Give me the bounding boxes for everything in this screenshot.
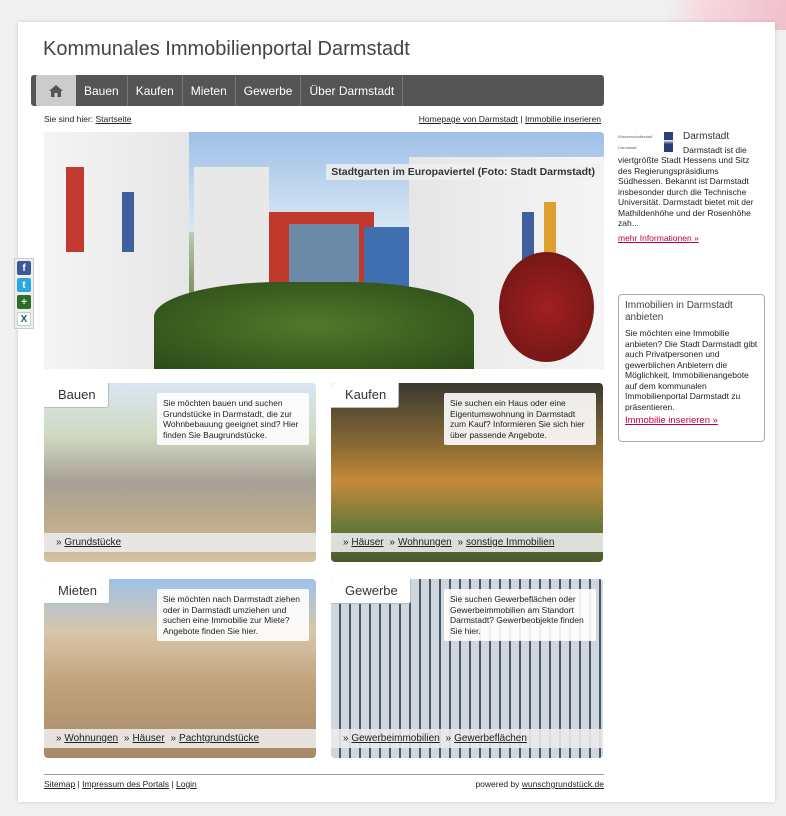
sidebar-info-text: Darmstadt ist die viertgrößte Stadt Hess…: [618, 144, 754, 229]
link-sonstige-immobilien[interactable]: sonstige Immobilien: [466, 537, 554, 548]
top-links-separator: |: [520, 114, 523, 124]
share-bar: f t + X: [14, 258, 34, 329]
card-gewerbe[interactable]: Gewerbe Sie suchen Gewerbeflächen oder G…: [331, 579, 603, 758]
sitemap-link[interactable]: Sitemap: [44, 779, 75, 789]
breadcrumb-prefix: Sie sind hier:: [44, 114, 94, 124]
top-links: Homepage von Darmstadt | Immobilie inser…: [419, 114, 601, 124]
powered-by-link[interactable]: wunschgrundstück.de: [522, 779, 604, 789]
link-grundstuecke[interactable]: Grundstücke: [64, 537, 121, 548]
card-mieten-description: Sie möchten nach Darmstadt ziehen oder i…: [157, 589, 309, 641]
insert-property-sidebar-link[interactable]: Immobilie inserieren »: [625, 415, 758, 427]
hero-tree-red: [499, 252, 594, 362]
hero-caption: Stadtgarten im Europaviertel (Foto: Stad…: [326, 164, 600, 180]
login-link[interactable]: Login: [176, 779, 197, 789]
card-mieten-links: » Wohnungen » Häuser » Pachtgrundstücke: [44, 729, 316, 748]
hero-window-blue: [122, 192, 134, 252]
insert-property-link[interactable]: Immobilie inserieren: [525, 114, 601, 124]
card-bauen-label: Bauen: [44, 383, 109, 408]
more-info-link[interactable]: mehr Informationen »: [618, 233, 764, 244]
card-kaufen-label: Kaufen: [331, 383, 400, 408]
sidebar-darmstadt-info: Wissenschaftsstadt Darmstadt Darmstadt D…: [618, 131, 764, 244]
footer: Sitemap | Impressum des Portals | Login …: [44, 774, 604, 789]
card-mieten-label: Mieten: [44, 579, 111, 604]
home-button[interactable]: [36, 75, 76, 106]
nav-item-bauen[interactable]: Bauen: [76, 75, 128, 106]
home-icon: [49, 84, 63, 97]
card-kaufen[interactable]: Kaufen Sie suchen ein Haus oder eine Eig…: [331, 383, 603, 562]
link-haeuser-miete[interactable]: Häuser: [132, 733, 164, 744]
powered-by: powered by wunschgrundstück.de: [475, 779, 604, 789]
card-gewerbe-links: » Gewerbeimmobilien » Gewerbeflächen: [331, 729, 603, 748]
breadcrumb-link-startseite[interactable]: Startseite: [96, 114, 132, 124]
hero-garden: [154, 282, 474, 369]
page-title: Kommunales Immobilienportal Darmstadt: [43, 38, 410, 60]
wedding-tower-icon: [664, 132, 673, 152]
link-haeuser-kauf[interactable]: Häuser: [351, 537, 383, 548]
breadcrumb: Sie sind hier: Startseite: [44, 114, 131, 124]
main-nav: Bauen Kaufen Mieten Gewerbe Über Darmsta…: [31, 75, 604, 106]
hero-image: Stadtgarten im Europaviertel (Foto: Stad…: [44, 132, 604, 369]
plus-icon[interactable]: +: [17, 295, 31, 309]
nav-item-gewerbe[interactable]: Gewerbe: [236, 75, 302, 106]
footer-links: Sitemap | Impressum des Portals | Login: [44, 779, 197, 789]
nav-item-ueber-darmstadt[interactable]: Über Darmstadt: [301, 75, 404, 106]
sidebar-offer-title: Immobilien in Darmstadt anbieten: [625, 300, 733, 323]
link-gewerbeimmobilien[interactable]: Gewerbeimmobilien: [351, 733, 439, 744]
link-gewerbeflaechen[interactable]: Gewerbeflächen: [454, 733, 527, 744]
twitter-icon[interactable]: t: [17, 278, 31, 292]
card-bauen[interactable]: Bauen Sie möchten bauen und suchen Grund…: [44, 383, 316, 562]
link-pachtgrundstuecke[interactable]: Pachtgrundstücke: [179, 733, 259, 744]
nav-item-mieten[interactable]: Mieten: [183, 75, 236, 106]
powered-by-label: powered by: [475, 779, 520, 789]
impressum-link[interactable]: Impressum des Portals: [82, 779, 169, 789]
card-mieten[interactable]: Mieten Sie möchten nach Darmstadt ziehen…: [44, 579, 316, 758]
link-wohnungen-kauf[interactable]: Wohnungen: [398, 537, 452, 548]
logo-text: Wissenschaftsstadt Darmstadt: [618, 134, 653, 150]
link-wohnungen-miete[interactable]: Wohnungen: [64, 733, 118, 744]
nav-item-kaufen[interactable]: Kaufen: [128, 75, 183, 106]
card-bauen-links: » Grundstücke: [44, 533, 316, 552]
card-kaufen-description: Sie suchen ein Haus oder eine Eigentumsw…: [444, 393, 596, 445]
darmstadt-logo: Wissenschaftsstadt Darmstadt: [618, 132, 678, 152]
card-kaufen-links: » Häuser » Wohnungen » sonstige Immobilien: [331, 533, 603, 552]
hero-window-red: [66, 167, 84, 252]
sidebar-offer-box: Immobilien in Darmstadt anbieten Sie möc…: [618, 294, 765, 442]
page-container: Kommunales Immobilienportal Darmstadt Ba…: [14, 22, 775, 802]
homepage-link[interactable]: Homepage von Darmstadt: [419, 114, 518, 124]
breadcrumb-bar: Sie sind hier: Startseite Homepage von D…: [44, 114, 601, 124]
hero-building-glass: [289, 224, 359, 284]
card-gewerbe-label: Gewerbe: [331, 579, 411, 604]
card-gewerbe-description: Sie suchen Gewerbeflächen oder Gewerbeim…: [444, 589, 596, 641]
facebook-icon[interactable]: f: [17, 261, 31, 275]
card-bauen-description: Sie möchten bauen und suchen Grundstücke…: [157, 393, 309, 445]
sidebar-offer-text: Sie möchten eine Immobilie anbieten? Die…: [625, 328, 758, 412]
xing-icon[interactable]: X: [17, 312, 31, 326]
